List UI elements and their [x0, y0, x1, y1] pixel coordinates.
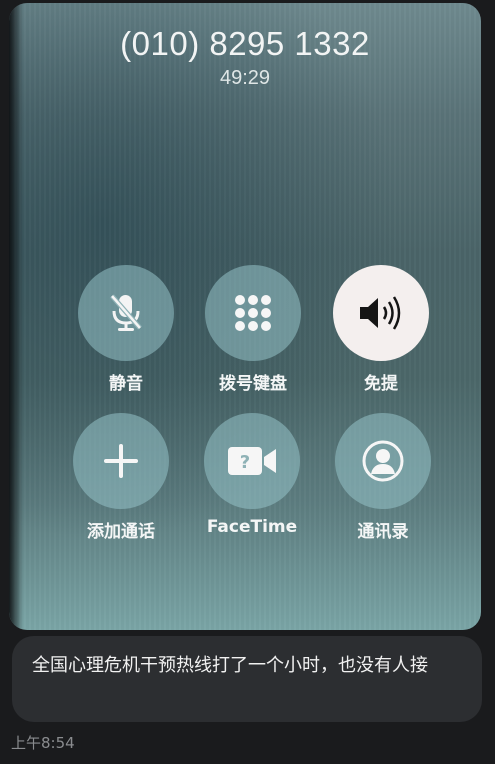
facetime-button[interactable]: ?: [204, 413, 300, 509]
speaker-button[interactable]: [333, 265, 429, 361]
keypad-label: 拨号键盘: [219, 374, 287, 394]
keypad-button[interactable]: [205, 265, 301, 361]
speaker-icon: [360, 296, 401, 330]
message-text: 全国心理危机干预热线打了一个小时，也没有人接: [32, 655, 428, 676]
add-call-button[interactable]: [73, 413, 169, 509]
speaker-control[interactable]: 免提: [316, 265, 446, 394]
contacts-control[interactable]: 通讯录: [318, 413, 448, 542]
keypad-icon: [235, 295, 271, 331]
call-duration: 49:29: [219, 67, 271, 89]
chat-view: (010) 8295 1332 49:29 静音 拨号键盘 免提 添加通话 ? …: [0, 0, 495, 764]
svg-text:?: ?: [240, 452, 250, 473]
facetime-label: FaceTime: [206, 517, 298, 537]
plus-icon: [104, 444, 138, 478]
mute-control[interactable]: 静音: [61, 265, 191, 394]
message-bubble[interactable]: 全国心理危机干预热线打了一个小时，也没有人接: [12, 636, 482, 722]
add-call-control[interactable]: 添加通话: [56, 413, 186, 542]
contacts-label: 通讯录: [357, 522, 409, 542]
mute-label: 静音: [109, 374, 143, 394]
facetime-icon: ?: [228, 447, 276, 475]
contacts-icon: [362, 440, 404, 482]
mic-off-icon: [110, 294, 142, 331]
message-timestamp: 上午8:54: [11, 734, 75, 752]
call-screenshot-image[interactable]: (010) 8295 1332 49:29 静音 拨号键盘 免提 添加通话 ? …: [9, 3, 481, 630]
speaker-label: 免提: [364, 374, 398, 394]
mute-button[interactable]: [78, 265, 174, 361]
call-phone-number: (010) 8295 1332: [120, 25, 370, 62]
add-call-label: 添加通话: [87, 522, 155, 542]
facetime-control[interactable]: ? FaceTime: [187, 413, 317, 537]
contacts-button[interactable]: [335, 413, 431, 509]
keypad-control[interactable]: 拨号键盘: [188, 265, 318, 394]
